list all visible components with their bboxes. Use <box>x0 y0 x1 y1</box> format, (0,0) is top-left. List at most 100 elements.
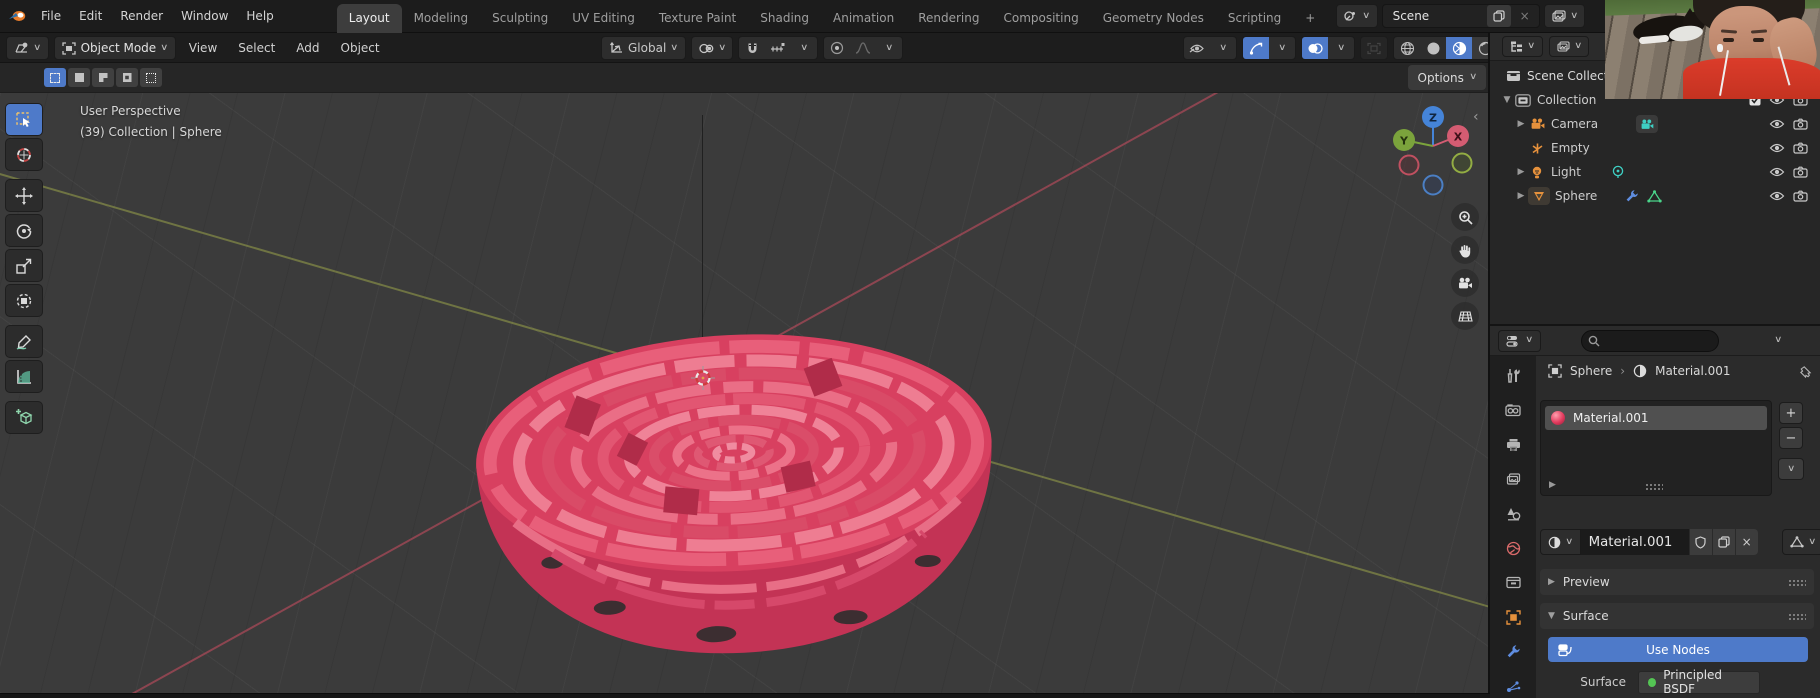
material-slot-selected[interactable]: Material.001 <box>1545 406 1767 430</box>
breadcrumb-material[interactable]: Material.001 <box>1655 364 1730 378</box>
tab-compositing[interactable]: Compositing <box>991 4 1090 33</box>
tool-scale[interactable] <box>5 249 43 282</box>
browse-material-button[interactable]: ∨ <box>1540 529 1581 555</box>
chevron-down-icon[interactable]: ∨ <box>1210 37 1236 59</box>
outliner-row-sphere[interactable]: ▶ Sphere <box>1490 184 1820 208</box>
menu-add[interactable]: Add <box>288 37 327 59</box>
hide-eye-icon[interactable] <box>1769 191 1785 201</box>
material-name-field[interactable] <box>1580 529 1689 555</box>
disable-in-render-camera-icon[interactable] <box>1793 118 1808 130</box>
outliner-filter-button[interactable]: ∨ <box>1548 36 1590 57</box>
tab-modeling[interactable]: Modeling <box>402 4 481 33</box>
outliner-row-empty[interactable]: Empty <box>1490 136 1820 160</box>
empty-label[interactable]: Empty <box>1551 141 1590 155</box>
options-button[interactable]: Options ∨ <box>1408 65 1486 90</box>
snap-target-icon[interactable] <box>765 37 791 59</box>
sphere-object[interactable] <box>452 271 1017 671</box>
tab-layout[interactable]: Layout <box>336 3 402 33</box>
tab-shading[interactable]: Shading <box>748 4 821 33</box>
tool-measure[interactable] <box>5 360 43 393</box>
tab-scripting[interactable]: Scripting <box>1216 4 1293 33</box>
menu-edit[interactable]: Edit <box>70 5 111 27</box>
unlink-material-icon[interactable]: × <box>1734 529 1758 555</box>
scene-browse-button[interactable]: ∨ <box>1336 4 1378 28</box>
use-nodes-button[interactable]: Use Nodes <box>1548 637 1808 662</box>
scene-name[interactable]: Scene <box>1383 9 1487 23</box>
copy-material-icon[interactable] <box>1711 529 1735 555</box>
view-layer-button[interactable]: ∨ <box>1543 4 1586 28</box>
show-gizmo-toggle[interactable] <box>1243 37 1269 59</box>
show-object-types-eye-icon[interactable] <box>1184 37 1210 59</box>
tab-scene[interactable] <box>1496 502 1530 526</box>
tab-sculpting[interactable]: Sculpting <box>480 4 560 33</box>
camera-view-button[interactable] <box>1451 269 1479 297</box>
chevron-down-icon[interactable]: ∨ <box>1269 37 1295 59</box>
tab-uv-editing[interactable]: UV Editing <box>560 4 647 33</box>
surface-shader-button[interactable]: Principled BSDF <box>1638 668 1760 696</box>
select-set-button[interactable] <box>44 68 66 87</box>
menu-window[interactable]: Window <box>172 5 237 27</box>
chevron-down-icon[interactable]: ∨ <box>791 37 817 59</box>
zoom-button[interactable] <box>1451 203 1479 231</box>
chevron-down-icon[interactable]: ∨ <box>876 37 902 59</box>
light-label[interactable]: Light <box>1551 165 1581 179</box>
properties-editor-type-button[interactable]: ∨ <box>1498 329 1541 352</box>
hide-eye-icon[interactable] <box>1769 143 1785 153</box>
tool-move[interactable] <box>5 179 43 212</box>
blender-logo-icon[interactable] <box>8 9 26 23</box>
new-scene-icon[interactable] <box>1486 5 1511 27</box>
light-data-icon[interactable] <box>1611 165 1625 179</box>
menu-select[interactable]: Select <box>230 37 283 59</box>
proportional-falloff-icon[interactable] <box>850 37 876 59</box>
tab-collection[interactable] <box>1496 571 1530 595</box>
nodetree-link-button[interactable]: ∨ <box>1781 529 1820 555</box>
shading-wireframe-icon[interactable] <box>1394 37 1420 59</box>
show-overlays-toggle[interactable] <box>1302 37 1328 59</box>
tab-world[interactable] <box>1496 537 1530 561</box>
snap-toggle-magnet-icon[interactable] <box>739 37 765 59</box>
navigation-gizmo[interactable]: Z Y X <box>1385 103 1481 199</box>
perspective-toggle-button[interactable] <box>1451 302 1479 330</box>
tab-add-workspace[interactable]: + <box>1293 4 1327 33</box>
hide-eye-icon[interactable] <box>1769 119 1785 129</box>
tool-select-box[interactable] <box>5 103 43 136</box>
camera-label[interactable]: Camera <box>1551 117 1598 131</box>
disable-in-render-camera-icon[interactable] <box>1793 166 1808 178</box>
mesh-data-icon[interactable] <box>1647 189 1662 203</box>
camera-data-icon[interactable] <box>1636 115 1659 133</box>
unlink-scene-icon[interactable]: × <box>1513 5 1537 27</box>
disable-in-render-camera-icon[interactable] <box>1793 142 1808 154</box>
chevron-down-icon[interactable]: ∨ <box>1328 37 1354 59</box>
menu-file[interactable]: File <box>32 5 70 27</box>
transform-orientation-dropdown[interactable]: Global ∨ <box>601 36 686 60</box>
tab-modifiers[interactable] <box>1496 640 1530 664</box>
hide-eye-icon[interactable] <box>1769 167 1785 177</box>
tab-render[interactable] <box>1496 399 1530 423</box>
surface-section-header[interactable]: ▼ Surface <box>1540 603 1814 629</box>
panel-collapse-arrow[interactable]: ‹ <box>1473 109 1479 125</box>
outliner-row-camera[interactable]: ▶ Camera <box>1490 112 1820 136</box>
scene-name-field[interactable]: Scene × <box>1381 4 1540 28</box>
fake-user-shield-icon[interactable] <box>1688 529 1712 555</box>
editor-type-button[interactable]: ∨ <box>6 36 49 60</box>
material-slots-list[interactable]: Material.001 ▶ <box>1540 400 1772 496</box>
remove-material-slot-button[interactable]: − <box>1779 427 1803 449</box>
menu-help[interactable]: Help <box>237 5 282 27</box>
mode-selector[interactable]: Object Mode ∨ <box>53 36 176 60</box>
menu-view[interactable]: View <box>181 37 225 59</box>
search-input[interactable] <box>1580 329 1719 352</box>
select-invert-button[interactable] <box>116 68 138 87</box>
tab-object[interactable] <box>1496 606 1530 630</box>
tool-annotate[interactable] <box>5 325 43 358</box>
tool-transform[interactable] <box>5 284 43 317</box>
preview-section-header[interactable]: ▶ Preview <box>1540 569 1814 595</box>
tab-view-layer[interactable] <box>1496 468 1530 492</box>
section-grip[interactable] <box>1788 612 1806 620</box>
material-specials-dropdown[interactable]: ∨ <box>1778 458 1804 480</box>
proportional-editing-icon[interactable] <box>824 37 850 59</box>
expand-arrow-icon[interactable]: ▼ <box>1500 95 1514 105</box>
select-intersect-button[interactable] <box>140 68 162 87</box>
section-grip[interactable] <box>1788 578 1806 586</box>
tab-particles[interactable] <box>1496 675 1530 698</box>
pan-hand-button[interactable] <box>1451 236 1479 264</box>
